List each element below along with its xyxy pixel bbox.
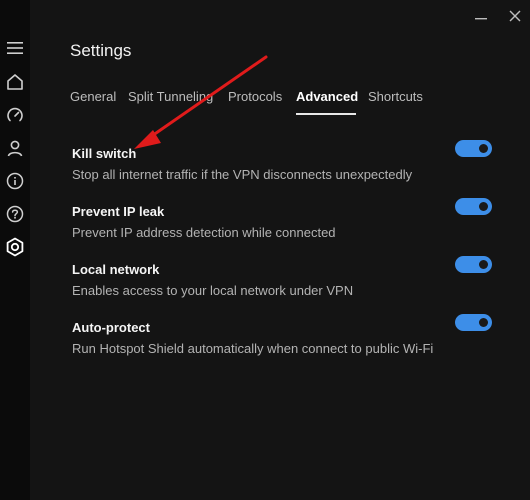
toggle-knob — [479, 202, 488, 211]
tab-split-tunneling[interactable]: Split Tunneling — [128, 89, 213, 105]
setting-prevent-ip-leak: Prevent IP leak Prevent IP address detec… — [72, 198, 492, 248]
user-icon[interactable] — [3, 136, 27, 160]
minimize-icon[interactable] — [471, 6, 491, 26]
auto-protect-toggle[interactable] — [455, 314, 492, 331]
setting-title: Auto-protect — [72, 320, 150, 335]
local-network-toggle[interactable] — [455, 256, 492, 273]
home-icon[interactable] — [3, 70, 27, 94]
setting-description: Stop all internet traffic if the VPN dis… — [72, 167, 413, 182]
help-icon[interactable] — [3, 202, 27, 226]
tab-general[interactable]: General — [70, 89, 116, 105]
page-title: Settings — [70, 41, 132, 60]
prevent-ip-leak-toggle[interactable] — [455, 198, 492, 215]
setting-title: Local network — [72, 262, 160, 277]
setting-description: Run Hotspot Shield automatically when co… — [72, 341, 434, 356]
close-icon[interactable] — [505, 6, 525, 26]
speedometer-icon[interactable] — [3, 103, 27, 127]
setting-kill-switch: Kill switch Stop all internet traffic if… — [72, 140, 492, 190]
setting-description: Prevent IP address detection while conne… — [72, 225, 336, 240]
active-tab-indicator — [296, 113, 356, 115]
toggle-knob — [479, 260, 488, 269]
setting-local-network: Local network Enables access to your loc… — [72, 256, 492, 306]
kill-switch-toggle[interactable] — [455, 140, 492, 157]
setting-title: Prevent IP leak — [72, 204, 165, 219]
sidebar — [0, 0, 30, 500]
toggle-knob — [479, 318, 488, 327]
setting-auto-protect: Auto-protect Run Hotspot Shield automati… — [72, 314, 492, 364]
setting-title: Kill switch — [72, 146, 137, 161]
annotation-arrow — [134, 55, 268, 149]
settings-gear-icon[interactable] — [3, 235, 27, 259]
app-window: Settings General Split Tunneling Protoco… — [0, 0, 530, 500]
tab-shortcuts[interactable]: Shortcuts — [368, 89, 423, 105]
tab-protocols[interactable]: Protocols — [228, 89, 282, 105]
info-icon[interactable] — [3, 169, 27, 193]
setting-description: Enables access to your local network und… — [72, 283, 354, 298]
toggle-knob — [479, 144, 488, 153]
tab-advanced[interactable]: Advanced — [296, 89, 358, 105]
hamburger-menu-icon[interactable] — [3, 36, 27, 60]
